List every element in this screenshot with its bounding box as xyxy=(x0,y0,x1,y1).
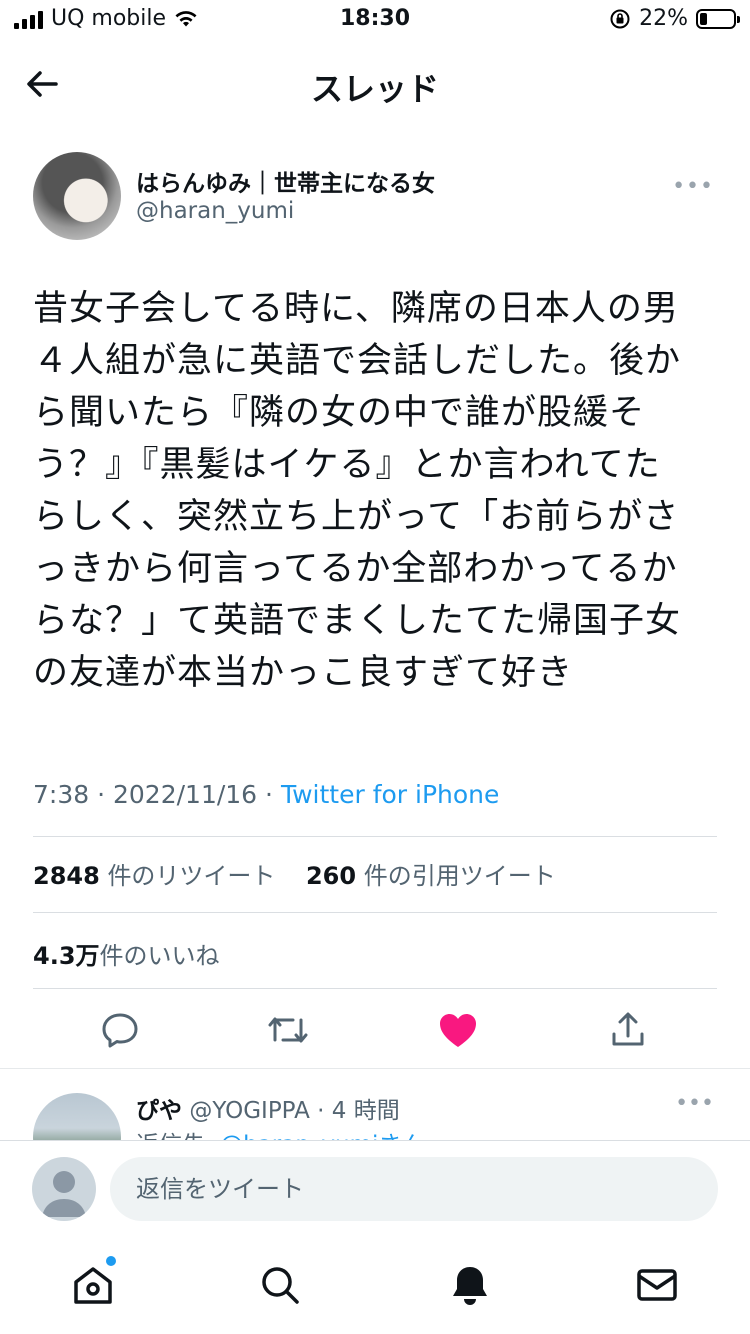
more-dots-icon[interactable]: ••• xyxy=(672,174,714,199)
tweet-actions xyxy=(0,1005,750,1055)
envelope-icon xyxy=(637,1269,677,1301)
avatar[interactable] xyxy=(32,1157,96,1221)
reply-preview[interactable]: ぴや @YOGIPPA · 4 時間 ••• 返信先: @haran_yumiさ… xyxy=(0,1068,750,1141)
tweet-line: の友達が本当かっこ良すぎて好き xyxy=(33,653,574,693)
tweet-line: 昔女子会してる時に、隣席の日本人の男 xyxy=(33,289,679,329)
search-icon xyxy=(262,1267,299,1304)
divider xyxy=(33,988,717,989)
quotes-count: 260 xyxy=(305,862,357,890)
reply-author-name: ぴや xyxy=(136,1098,182,1124)
quotes-label: 件の引用ツイート xyxy=(363,862,556,890)
tweet-line: らしく、突然立ち上がって「お前らがさ xyxy=(33,497,680,537)
share-icon[interactable] xyxy=(603,1005,653,1055)
reply-author-handle: @YOGIPPA xyxy=(189,1098,310,1124)
reply-header: ぴや @YOGIPPA · 4 時間 xyxy=(136,1091,400,1125)
divider xyxy=(33,912,717,913)
comment-icon[interactable] xyxy=(95,1005,145,1055)
status-right: 22% xyxy=(609,6,740,31)
tweet-time: 7:38 xyxy=(33,780,90,809)
tweet-date: 2022/11/16 xyxy=(113,780,258,809)
battery-icon xyxy=(696,8,740,29)
reply-to: 返信先: @haran_yumiさん xyxy=(136,1125,424,1141)
status-bar: UQ mobile 18:30 22% xyxy=(0,0,750,44)
tweet-source-link[interactable]: Twitter for iPhone xyxy=(281,780,499,809)
separator: · xyxy=(97,780,106,809)
tweet-line: う？』『黒髪はイケる』とか言われてた xyxy=(33,445,661,485)
reply-composer: 返信をツイート xyxy=(0,1140,750,1237)
home-icon xyxy=(74,1267,112,1304)
tweet-line: ４人組が急に英語で会話しだした。後か xyxy=(33,341,682,381)
separator: · xyxy=(265,780,273,809)
author-handle[interactable]: @haran_yumi xyxy=(136,198,294,224)
tab-search[interactable] xyxy=(255,1260,305,1310)
page-title: スレッド xyxy=(310,70,439,108)
tweet-meta: 7:38 · 2022/11/16 · Twitter for iPhone xyxy=(33,780,499,809)
reply-input[interactable]: 返信をツイート xyxy=(110,1157,718,1221)
tweet-line: らな？」て英語でまくしたてた帰国子女 xyxy=(33,601,682,641)
likes-stat[interactable]: 4.3万件のいいね xyxy=(33,936,220,971)
heart-filled-icon[interactable] xyxy=(433,1005,483,1055)
battery-percent: 22% xyxy=(639,6,688,31)
tweet-line: ら聞いたら『隣の女の中で誰が股緩そ xyxy=(33,393,646,433)
likes-label: 件のいいね xyxy=(99,942,220,970)
tab-bar xyxy=(0,1236,750,1334)
tab-home[interactable] xyxy=(68,1256,118,1310)
reply-avatar[interactable] xyxy=(33,1093,121,1141)
tweet-text: 昔女子会してる時に、隣席の日本人の男 ４人組が急に英語で会話しだした。後か ら聞… xyxy=(33,283,723,699)
retweets-stat[interactable]: 2848 件のリツイート xyxy=(33,862,275,890)
bell-icon xyxy=(453,1267,487,1305)
retweets-count: 2848 xyxy=(33,862,100,890)
tweet-line: っきから何言ってるか全部わかってるか xyxy=(33,549,678,589)
tab-notifications[interactable] xyxy=(445,1260,495,1310)
author-name[interactable]: はらんゆみ｜世帯主になる女 xyxy=(136,164,435,198)
tab-messages[interactable] xyxy=(632,1260,682,1310)
retweet-icon[interactable] xyxy=(263,1005,313,1055)
divider xyxy=(33,836,717,837)
likes-count: 4.3万 xyxy=(33,942,100,970)
more-dots-icon[interactable]: ••• xyxy=(675,1091,714,1116)
reply-age: · 4 時間 xyxy=(317,1098,400,1124)
avatar[interactable] xyxy=(33,152,121,240)
quotes-stat[interactable]: 260 件の引用ツイート xyxy=(306,862,556,890)
tweet-stats: 2848 件のリツイート 260 件の引用ツイート xyxy=(33,856,556,891)
retweets-label: 件のリツイート xyxy=(107,862,276,890)
rotation-lock-icon xyxy=(610,9,630,28)
notification-dot xyxy=(106,1256,116,1266)
